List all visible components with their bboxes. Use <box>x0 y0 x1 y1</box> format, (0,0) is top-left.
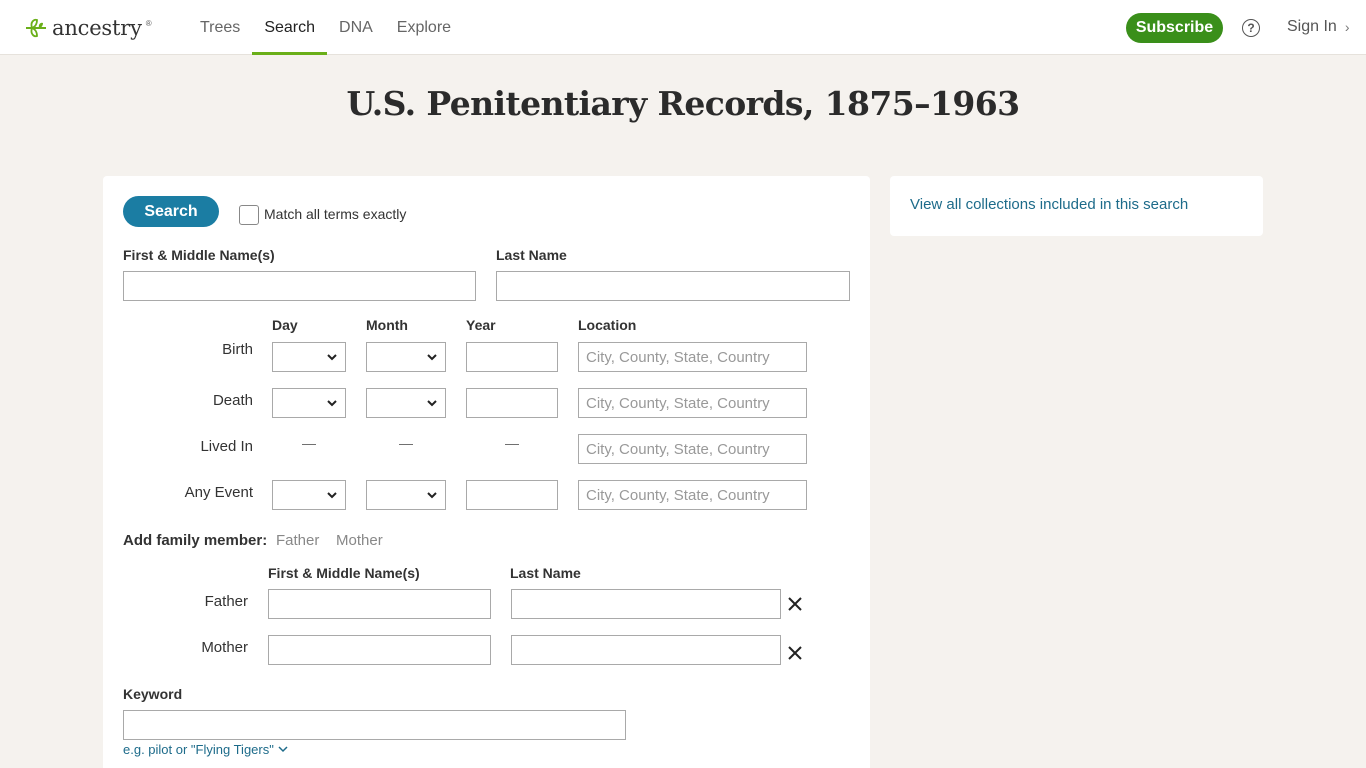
chevron-down-icon <box>427 399 437 406</box>
birth-location-input[interactable]: City, County, State, Country <box>578 342 807 372</box>
nav-dna[interactable]: DNA <box>327 0 385 55</box>
lived-in-year-dash: — <box>505 435 519 451</box>
add-family-label: Add family member: <box>123 532 268 549</box>
remove-father-icon[interactable] <box>787 596 803 612</box>
logo-text: ancestry <box>52 16 142 40</box>
keyword-input[interactable] <box>123 710 626 740</box>
lived-in-month-dash: — <box>399 435 413 451</box>
chevron-down-icon <box>427 491 437 498</box>
family-first-name-label: First & Middle Name(s) <box>268 565 420 581</box>
sign-in-link[interactable]: Sign In › <box>1287 18 1349 36</box>
day-column-label: Day <box>272 317 298 333</box>
lived-in-day-dash: — <box>302 435 316 451</box>
mother-row-label: Mother <box>201 639 248 656</box>
mother-first-name-input[interactable] <box>268 635 491 665</box>
any-event-month-select[interactable] <box>366 480 446 510</box>
father-row-label: Father <box>204 593 248 610</box>
birth-row-label: Birth <box>222 341 253 358</box>
death-location-input[interactable]: City, County, State, Country <box>578 388 807 418</box>
any-event-year-input[interactable] <box>466 480 558 510</box>
chevron-down-icon <box>327 399 337 406</box>
any-event-location-input[interactable]: City, County, State, Country <box>578 480 807 510</box>
chevron-down-icon <box>327 491 337 498</box>
year-column-label: Year <box>466 317 496 333</box>
family-last-name-label: Last Name <box>510 565 581 581</box>
lived-in-location-input[interactable]: City, County, State, Country <box>578 434 807 464</box>
collections-panel: View all collections included in this se… <box>890 176 1263 236</box>
page-title: U.S. Penitentiary Records, 1875–1963 <box>346 84 1021 123</box>
help-icon[interactable]: ? <box>1242 19 1260 37</box>
lived-in-row-label: Lived In <box>200 438 253 455</box>
death-year-input[interactable] <box>466 388 558 418</box>
chevron-down-icon <box>327 353 337 360</box>
add-father-link[interactable]: Father <box>276 532 319 549</box>
first-name-label: First & Middle Name(s) <box>123 247 275 263</box>
leaf-logo-icon <box>26 18 46 38</box>
chevron-down-icon <box>278 746 288 753</box>
death-month-select[interactable] <box>366 388 446 418</box>
father-first-name-input[interactable] <box>268 589 491 619</box>
month-column-label: Month <box>366 317 408 333</box>
any-event-row-label: Any Event <box>184 484 253 501</box>
ancestry-logo[interactable]: ancestry ® <box>24 14 152 42</box>
main-nav: Trees Search DNA Explore <box>188 0 463 55</box>
remove-mother-icon[interactable] <box>787 645 803 661</box>
birth-day-select[interactable] <box>272 342 346 372</box>
last-name-input[interactable] <box>496 271 850 301</box>
father-last-name-input[interactable] <box>511 589 781 619</box>
view-all-collections-link[interactable]: View all collections included in this se… <box>910 196 1188 213</box>
nav-trees[interactable]: Trees <box>188 0 252 55</box>
sign-in-label: Sign In <box>1287 18 1337 35</box>
search-form-card: Search Match all terms exactly First & M… <box>103 176 870 768</box>
keyword-label: Keyword <box>123 686 183 702</box>
last-name-label: Last Name <box>496 247 567 263</box>
match-exact-label: Match all terms exactly <box>264 206 407 222</box>
any-event-day-select[interactable] <box>272 480 346 510</box>
add-mother-link[interactable]: Mother <box>336 532 383 549</box>
match-exact-checkbox[interactable] <box>239 205 259 225</box>
death-day-select[interactable] <box>272 388 346 418</box>
mother-last-name-input[interactable] <box>511 635 781 665</box>
keyword-hint-text: e.g. pilot or "Flying Tigers" <box>123 742 274 757</box>
top-navigation-bar: ancestry ® Trees Search DNA Explore Subs… <box>0 0 1366 55</box>
logo-trademark: ® <box>145 18 152 28</box>
chevron-right-icon: › <box>1344 19 1350 35</box>
location-column-label: Location <box>578 317 637 333</box>
birth-month-select[interactable] <box>366 342 446 372</box>
keyword-hint-link[interactable]: e.g. pilot or "Flying Tigers" <box>123 742 288 757</box>
nav-search[interactable]: Search <box>252 0 328 55</box>
search-button[interactable]: Search <box>123 196 219 227</box>
chevron-down-icon <box>427 353 437 360</box>
nav-explore[interactable]: Explore <box>385 0 463 55</box>
death-row-label: Death <box>212 392 253 409</box>
subscribe-button[interactable]: Subscribe <box>1126 13 1223 43</box>
first-name-input[interactable] <box>123 271 476 301</box>
birth-year-input[interactable] <box>466 342 558 372</box>
